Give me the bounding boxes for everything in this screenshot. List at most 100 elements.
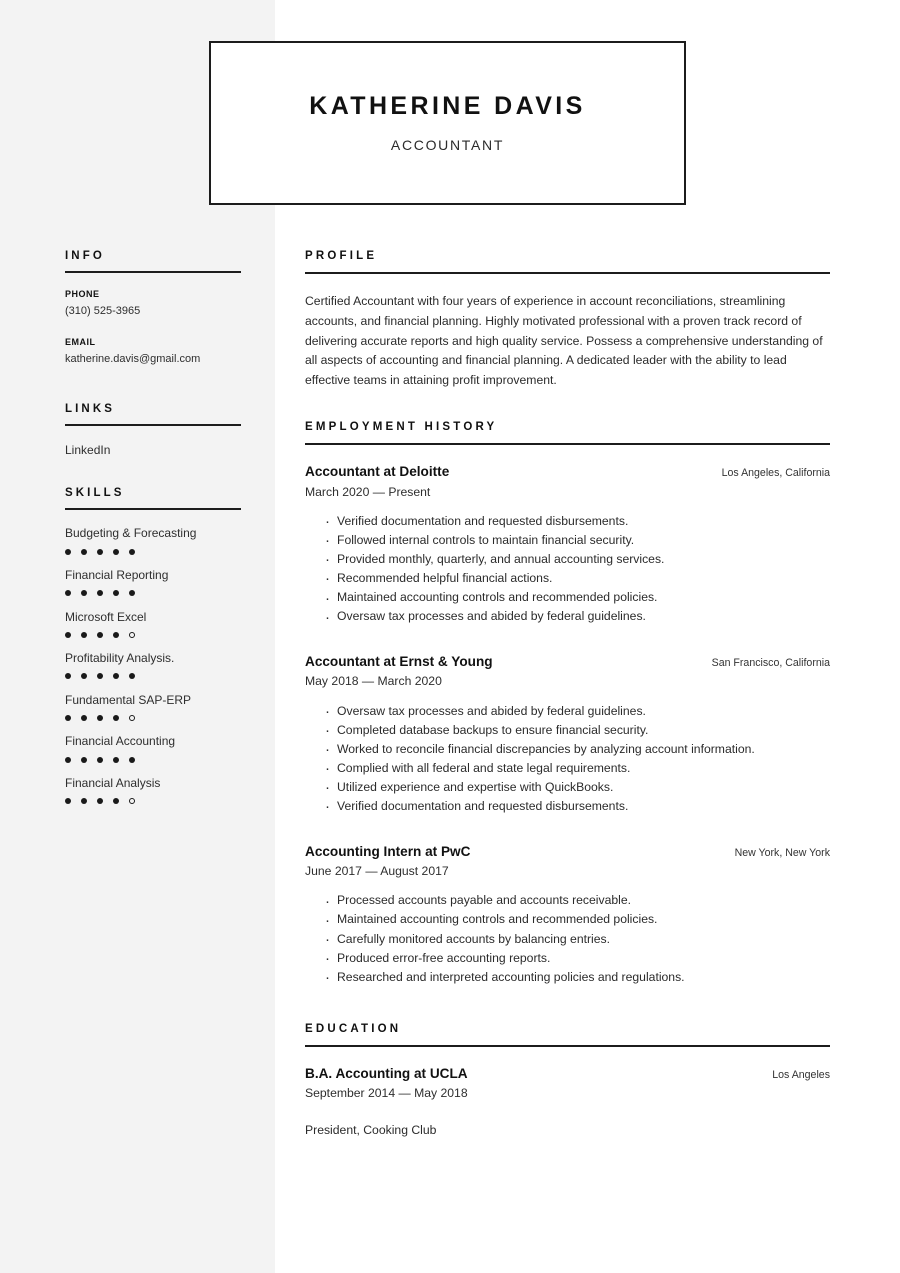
skill-name: Budgeting & Forecasting <box>65 526 197 541</box>
resume-page: KATHERINE DAVIS ACCOUNTANT INFO PHONE (3… <box>0 0 900 1273</box>
links-section-title: LINKS <box>65 403 241 426</box>
skill-item: Microsoft Excel <box>65 610 241 639</box>
skill-name: Financial Analysis <box>65 776 161 791</box>
skill-rating-dots <box>65 590 241 597</box>
skill-name: Financial Accounting <box>65 734 176 749</box>
page-title: KATHERINE DAVIS <box>309 91 586 120</box>
entry-location: New York, New York <box>734 846 830 859</box>
entry-bullet: Utilized experience and expertise with Q… <box>325 776 830 799</box>
entry-bullet: Completed database backups to ensure fin… <box>325 719 830 742</box>
email-label: EMAIL <box>65 336 96 347</box>
rating-dot-filled <box>81 548 87 555</box>
entry-date: June 2017 — August 2017 <box>305 864 449 879</box>
skills-list: Budgeting & Forecasting Financial Reporti… <box>65 526 241 805</box>
rating-dot-filled <box>65 798 71 805</box>
skill-rating-dots <box>65 798 241 805</box>
rating-dot-filled <box>81 756 87 763</box>
entry-header: Accounting Intern at PwC New York, New Yo… <box>305 843 830 861</box>
rating-dot-filled <box>129 673 135 680</box>
rating-dot-empty <box>129 714 135 721</box>
rating-dot-filled <box>97 631 103 638</box>
entry-title: Accounting Intern at PwC <box>305 843 471 859</box>
experience-entry: B.A. Accounting at UCLA Los Angeles Septem… <box>305 1065 830 1140</box>
rating-dot-filled <box>113 798 119 805</box>
rating-dot-filled <box>81 590 87 597</box>
entry-bullet: Maintained accounting controls and recom… <box>325 909 830 932</box>
rating-dot-filled <box>129 756 135 763</box>
entry-date: September 2014 — May 2018 <box>305 1086 468 1101</box>
entry-location: San Francisco, California <box>711 656 830 669</box>
skill-rating-dots <box>65 548 241 555</box>
skill-item: Financial Analysis <box>65 776 241 805</box>
skill-name: Microsoft Excel <box>65 609 147 624</box>
sidebar: INFO PHONE (310) 525-3965 EMAIL katherin… <box>65 250 241 835</box>
entry-location: Los Angeles, California <box>721 466 830 479</box>
rating-dot-filled <box>65 714 71 721</box>
rating-dot-filled <box>65 673 71 680</box>
rating-dot-filled <box>97 714 103 721</box>
rating-dot-filled <box>65 756 71 763</box>
education-section: EDUCATION B.A. Accounting at UCLA Los Ang… <box>305 1023 830 1140</box>
email-value: katherine.davis@gmail.com <box>65 352 201 365</box>
link-item-linkedin[interactable]: LinkedIn <box>65 442 241 459</box>
rating-dot-filled <box>65 548 71 555</box>
entry-bullet-list: Processed accounts payable and accounts … <box>305 890 830 990</box>
employment-entries: Accountant at Deloitte Los Angeles, Calif… <box>305 463 830 990</box>
entry-note: President, Cooking Club <box>305 1123 437 1138</box>
entry-bullet: Complied with all federal and state lega… <box>325 757 830 780</box>
education-entries: B.A. Accounting at UCLA Los Angeles Septem… <box>305 1065 830 1140</box>
entry-bullet: Followed internal controls to maintain f… <box>325 529 830 552</box>
entry-header: B.A. Accounting at UCLA Los Angeles <box>305 1065 830 1083</box>
rating-dot-filled <box>97 798 103 805</box>
skill-item: Budgeting & Forecasting <box>65 526 241 555</box>
rating-dot-filled <box>113 756 119 763</box>
entry-bullet: Maintained accounting controls and recom… <box>325 587 830 610</box>
skill-name: Fundamental SAP-ERP <box>65 692 192 707</box>
entry-bullet: Produced error-free accounting reports. <box>325 947 830 970</box>
info-item-phone: PHONE (310) 525-3965 <box>65 289 241 319</box>
info-section: INFO PHONE (310) 525-3965 EMAIL katherin… <box>65 250 241 367</box>
experience-entry: Accountant at Ernst & Young San Francisco… <box>305 653 830 819</box>
skill-rating-dots <box>65 714 241 721</box>
experience-entry: Accounting Intern at PwC New York, New Yo… <box>305 843 830 990</box>
entry-bullet-list: Verified documentation and requested dis… <box>305 510 830 629</box>
entry-header: Accountant at Deloitte Los Angeles, Calif… <box>305 463 830 481</box>
rating-dot-filled <box>97 673 103 680</box>
entry-bullet: Worked to reconcile financial discrepanc… <box>325 738 830 761</box>
rating-dot-filled <box>113 631 119 638</box>
skill-rating-dots <box>65 756 241 763</box>
info-section-title: INFO <box>65 250 241 273</box>
entry-title: B.A. Accounting at UCLA <box>305 1065 468 1081</box>
entry-bullet: Verified documentation and requested dis… <box>325 795 830 818</box>
employment-section-title: EMPLOYMENT HISTORY <box>305 421 830 445</box>
experience-entry: Accountant at Deloitte Los Angeles, Calif… <box>305 463 830 629</box>
entry-bullet: Researched and interpreted accounting po… <box>325 966 830 989</box>
info-item-email: EMAIL katherine.davis@gmail.com <box>65 337 241 367</box>
rating-dot-filled <box>97 756 103 763</box>
skill-item: Financial Accounting <box>65 734 241 763</box>
rating-dot-filled <box>113 548 119 555</box>
entry-location: Los Angeles <box>772 1068 830 1081</box>
entry-bullet: Oversaw tax processes and abided by fede… <box>325 700 830 723</box>
profile-section-title: PROFILE <box>305 250 830 274</box>
rating-dot-filled <box>113 590 119 597</box>
skill-item: Fundamental SAP-ERP <box>65 693 241 722</box>
entry-title: Accountant at Ernst & Young <box>305 653 493 669</box>
main-column: PROFILE Certified Accountant with four y… <box>305 250 830 1170</box>
entry-bullet: Verified documentation and requested dis… <box>325 510 830 533</box>
education-section-title: EDUCATION <box>305 1023 830 1047</box>
skills-section: SKILLS Budgeting & Forecasting Financial … <box>65 487 241 805</box>
links-section: LINKS LinkedIn <box>65 403 241 459</box>
job-title: ACCOUNTANT <box>390 136 505 153</box>
rating-dot-filled <box>65 631 71 638</box>
skill-item: Profitability Analysis. <box>65 651 241 680</box>
skill-name: Profitability Analysis. <box>65 651 175 666</box>
rating-dot-empty <box>129 631 135 638</box>
phone-value: (310) 525-3965 <box>65 305 141 317</box>
skill-name: Financial Reporting <box>65 568 169 583</box>
rating-dot-filled <box>113 714 119 721</box>
entry-bullet: Provided monthly, quarterly, and annual … <box>325 548 830 571</box>
entry-bullet: Carefully monitored accounts by balancin… <box>325 928 830 951</box>
entry-bullet: Processed accounts payable and accounts … <box>325 890 830 913</box>
skills-section-title: SKILLS <box>65 487 241 511</box>
